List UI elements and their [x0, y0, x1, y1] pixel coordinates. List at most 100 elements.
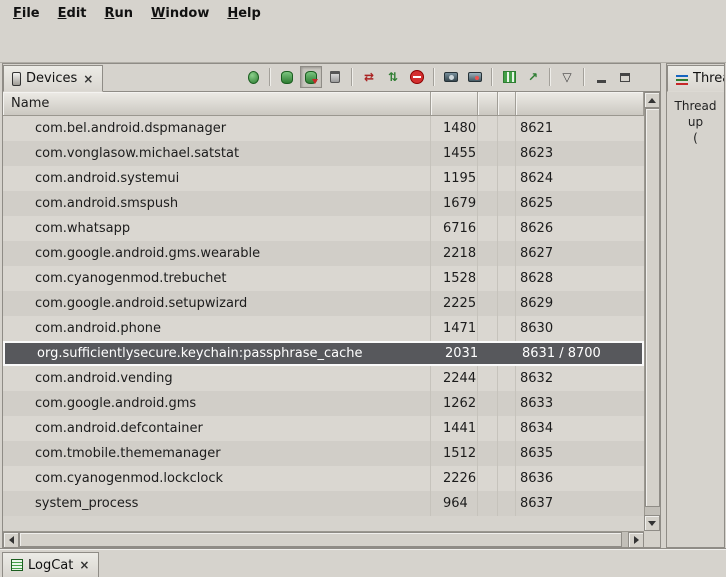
empty-cell [498, 391, 516, 416]
minimize-icon[interactable] [590, 66, 612, 88]
table-row[interactable]: com.cyanogenmod.trebuchet15288628 [3, 266, 644, 291]
toolbar-separator [491, 68, 493, 86]
empty-cell [478, 366, 498, 391]
tab-logcat[interactable]: LogCat × [2, 552, 99, 577]
video-capture-icon[interactable] [464, 66, 486, 88]
table-row[interactable]: com.bel.android.dspmanager14808621 [3, 116, 644, 141]
dump-hprof-icon-glyph [305, 71, 317, 84]
close-icon[interactable]: × [82, 72, 94, 86]
profile-arrow-icon[interactable]: ↗ [522, 66, 544, 88]
process-pid: 22185 [431, 241, 478, 266]
scroll-down-button[interactable] [644, 515, 660, 531]
process-port: 8624 [516, 166, 644, 191]
device-table: Name com.bel.android.dspmanager14808621c… [3, 92, 660, 547]
tab-threads[interactable]: Threads [667, 65, 725, 92]
update-threads-icon[interactable]: ⇄ [358, 66, 380, 88]
table-row[interactable]: com.android.systemui11958624 [3, 166, 644, 191]
dump-hprof-icon[interactable] [300, 66, 322, 88]
vertical-scrollbar[interactable] [644, 92, 660, 531]
table-row[interactable]: com.android.phone14718630 [3, 316, 644, 341]
table-row[interactable]: com.android.vending224408632 [3, 366, 644, 391]
table-row[interactable]: com.android.smspush16798625 [3, 191, 644, 216]
process-pid: 1471 [431, 316, 478, 341]
threads-message-line1: Thread up [667, 98, 724, 130]
device-table-body: com.bel.android.dspmanager14808621com.vo… [3, 116, 644, 531]
arrow-up-icon [648, 98, 656, 103]
table-row[interactable]: system_process9648637 [3, 491, 644, 516]
heap-columns-icon[interactable] [498, 66, 520, 88]
menu-file[interactable]: File [4, 3, 49, 24]
scroll-right-button[interactable] [628, 532, 644, 548]
screen-capture-icon[interactable] [440, 66, 462, 88]
process-name: com.google.android.setupwizard [3, 291, 431, 316]
debug-process-icon[interactable] [242, 66, 264, 88]
process-port: 8633 [516, 391, 644, 416]
column-header-pid[interactable] [431, 92, 478, 115]
empty-cell [498, 216, 516, 241]
eclipse-ddms-window: FileEditRunWindowHelp Devices × ⇄ ⇅ ↗ ▽ Nam… [0, 0, 726, 577]
process-pid: 22440 [431, 366, 478, 391]
table-row[interactable]: com.google.android.gms12623 8633 [3, 391, 644, 416]
empty-cell [478, 266, 498, 291]
threads-icon [676, 73, 688, 85]
devices-tabbar: Devices × ⇄ ⇅ ↗ ▽ [3, 64, 660, 92]
vertical-scrollbar-thumb[interactable] [645, 108, 660, 507]
threads-tabbar: Threads [667, 64, 724, 92]
view-menu-icon[interactable]: ▽ [556, 66, 578, 88]
empty-cell [478, 216, 498, 241]
process-name: com.google.android.gms.wearable [3, 241, 431, 266]
method-profiling-icon[interactable]: ⇅ [382, 66, 404, 88]
update-threads-icon-glyph: ⇄ [364, 71, 374, 83]
table-row[interactable]: org.sufficientlysecure.keychain:passphra… [3, 341, 644, 366]
table-row[interactable]: com.google.android.gms.wearable221858627 [3, 241, 644, 266]
empty-cell [478, 316, 498, 341]
toolbar-separator [269, 68, 271, 86]
menu-help[interactable]: Help [218, 3, 269, 24]
column-header-gap2[interactable] [498, 92, 516, 115]
process-port: 8625 [516, 191, 644, 216]
process-name: com.tmobile.thememanager [3, 441, 431, 466]
menu-run[interactable]: Run [96, 3, 143, 24]
process-pid: 1195 [431, 166, 478, 191]
empty-cell [478, 241, 498, 266]
table-row[interactable]: com.google.android.setupwizard222508629 [3, 291, 644, 316]
menu-window[interactable]: Window [142, 3, 218, 24]
process-name: com.google.android.gms [3, 391, 431, 416]
scroll-up-button[interactable] [644, 92, 660, 108]
column-header-port[interactable] [516, 92, 644, 115]
empty-cell [478, 466, 498, 491]
table-row[interactable]: com.cyanogenmod.lockclock222658636 [3, 466, 644, 491]
process-pid: 14411 [431, 416, 478, 441]
devices-panel: Devices × ⇄ ⇅ ↗ ▽ Name com.bel.android.dspm… [2, 63, 661, 548]
scroll-left-button[interactable] [3, 532, 19, 548]
arrow-right-icon [634, 536, 639, 544]
cause-gc-icon-glyph [330, 71, 340, 83]
tab-devices[interactable]: Devices × [3, 65, 103, 92]
column-header-gap1[interactable] [478, 92, 498, 115]
table-row[interactable]: com.tmobile.thememanager15128635 [3, 441, 644, 466]
maximize-icon[interactable] [614, 66, 636, 88]
close-icon[interactable]: × [78, 558, 90, 572]
empty-cell [498, 191, 516, 216]
table-row[interactable]: com.android.defcontainer144118634 [3, 416, 644, 441]
process-pid: 12623 [431, 391, 478, 416]
tab-threads-label: Threads [693, 71, 725, 86]
toolbar-separator [351, 68, 353, 86]
menu-edit[interactable]: Edit [49, 3, 96, 24]
horizontal-scrollbar[interactable] [3, 531, 644, 547]
column-header-name[interactable]: Name [3, 92, 431, 115]
update-heap-icon[interactable] [276, 66, 298, 88]
empty-cell [500, 343, 518, 364]
toolbar-separator [549, 68, 551, 86]
arrow-left-icon [9, 536, 14, 544]
process-pid: 6716 [431, 216, 478, 241]
empty-cell [478, 491, 498, 516]
process-name: com.cyanogenmod.trebuchet [3, 266, 431, 291]
threads-message-line2: ( [667, 130, 724, 146]
horizontal-scrollbar-thumb[interactable] [19, 532, 622, 547]
stop-process-icon[interactable] [406, 66, 428, 88]
table-row[interactable]: com.vonglasow.michael.satstat145538623 [3, 141, 644, 166]
table-row[interactable]: com.whatsapp67168626 [3, 216, 644, 241]
cause-gc-icon[interactable] [324, 66, 346, 88]
tab-devices-label: Devices [26, 71, 77, 86]
